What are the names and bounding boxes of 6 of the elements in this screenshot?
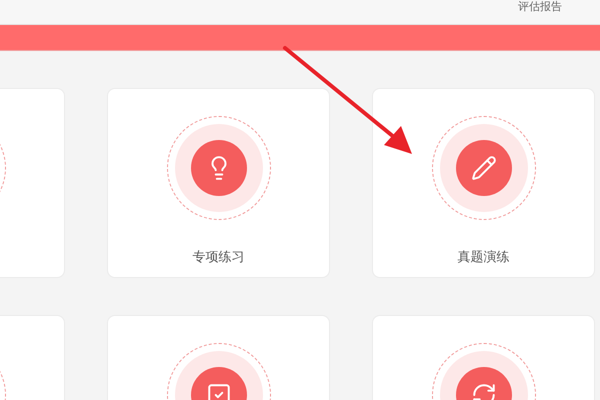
- practice-card[interactable]: 真题演练: [372, 88, 595, 278]
- practice-card[interactable]: 专项练习: [107, 88, 330, 278]
- card-label: 专项练习: [192, 249, 244, 266]
- nav-link[interactable]: 评估报告: [518, 0, 562, 14]
- pencil-icon: [470, 155, 496, 181]
- card-label: 真题演练: [458, 249, 510, 266]
